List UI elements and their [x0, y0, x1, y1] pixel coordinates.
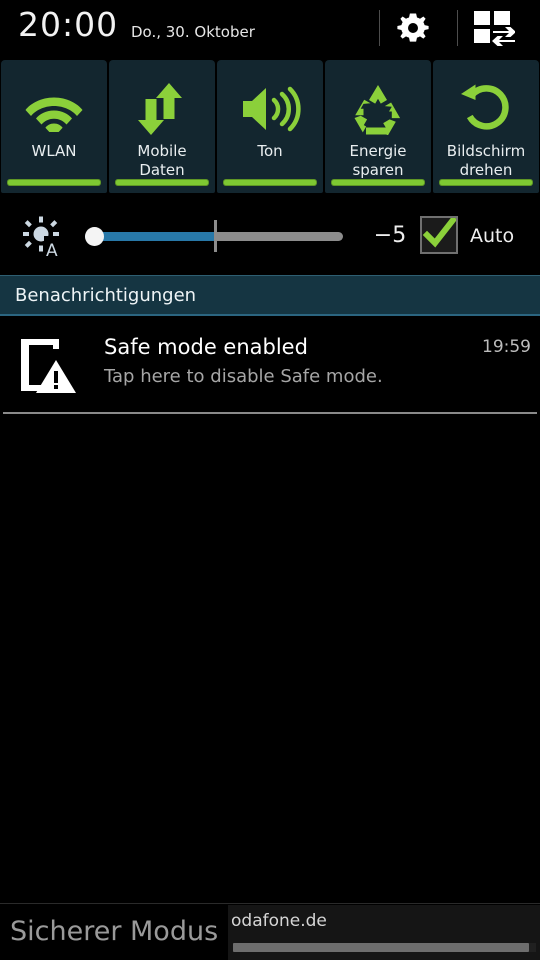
quick-settings-tiles: WLAN Mobile Daten Ton Energie sparen Bil… [0, 60, 540, 193]
brightness-slider-thumb[interactable] [85, 227, 104, 246]
brightness-auto-icon: A [23, 216, 64, 261]
rotate-icon [461, 84, 509, 130]
gear-icon [397, 13, 429, 42]
status-bar: 20:00 Do., 30. Oktober [0, 0, 540, 57]
rotate-icon-wrap [459, 78, 513, 140]
statusbar-divider-left [379, 10, 380, 46]
quick-tile-active-bar [115, 179, 209, 186]
brightness-slider[interactable] [85, 220, 343, 252]
speaker-icon-wrap [239, 78, 301, 140]
quick-tile-mobile-daten[interactable]: Mobile Daten [109, 60, 215, 193]
browser-url-text: odafone.de [231, 911, 327, 931]
brightness-value: −5 [373, 223, 407, 248]
speaker-icon [243, 86, 301, 132]
tablet-warning-icon [21, 339, 76, 393]
brightness-auto-label: Auto [470, 225, 515, 247]
clock-time: 20:00 [18, 5, 119, 44]
browser-scrollbar-thumb[interactable] [233, 943, 529, 952]
notification-shade-screen: 20:00 Do., 30. Oktober WLAN Mobile Daten… [0, 0, 540, 960]
notification-subtitle: Tap here to disable Safe mode. [104, 366, 383, 387]
notification-time: 19:59 [482, 337, 531, 357]
recycle-icon [354, 85, 401, 135]
quick-tile-label: WLAN [31, 142, 77, 160]
background-browser-panel[interactable]: odafone.de [228, 905, 540, 960]
quick-settings-edit-button[interactable] [473, 9, 516, 47]
brightness-slider-fill [85, 232, 217, 241]
quick-tile-active-bar [439, 179, 533, 186]
brightness-slider-tick [214, 220, 217, 252]
settings-gear-button[interactable] [393, 8, 433, 48]
wifi-icon [25, 97, 83, 132]
brightness-auto-icon-wrap: A [22, 216, 64, 261]
data-sync-icon-wrap [132, 78, 192, 140]
quick-tile-active-bar [331, 179, 425, 186]
grid-swap-icon [474, 11, 516, 46]
notifications-header-underline [0, 314, 540, 316]
tablet-warning-icon-wrap [18, 337, 76, 393]
quick-tile-active-bar [223, 179, 317, 186]
notification-shade-body [0, 414, 540, 904]
wifi-icon-wrap [24, 78, 84, 140]
recycle-icon-wrap [350, 78, 406, 140]
checkmark-icon [422, 215, 458, 248]
quick-tile-bildschirm-drehen[interactable]: Bildschirm drehen [433, 60, 539, 193]
quick-tile-label: Bildschirm drehen [446, 142, 526, 179]
quick-tile-label: Energie sparen [349, 142, 407, 179]
notification-safe-mode[interactable]: Safe mode enabled Tap here to disable Sa… [0, 317, 540, 412]
clock-date: Do., 30. Oktober [131, 23, 255, 41]
brightness-auto-checkbox[interactable] [420, 215, 458, 254]
bottom-divider [0, 903, 540, 904]
data-sync-icon [138, 83, 182, 135]
quick-tile-label: Ton [257, 142, 283, 160]
statusbar-divider-right [457, 10, 458, 46]
notifications-header-title: Benachrichtigungen [15, 285, 197, 306]
quick-tile-label: Mobile Daten [137, 142, 187, 179]
notification-title: Safe mode enabled [104, 335, 308, 359]
notifications-header: Benachrichtigungen [0, 275, 540, 316]
svg-text:A: A [46, 241, 58, 258]
quick-tile-active-bar [7, 179, 101, 186]
quick-tile-ton[interactable]: Ton [217, 60, 323, 193]
quick-tile-wlan[interactable]: WLAN [1, 60, 107, 193]
quick-tile-energie-sparen[interactable]: Energie sparen [325, 60, 431, 193]
safe-mode-badge: Sicherer Modus [10, 916, 219, 947]
